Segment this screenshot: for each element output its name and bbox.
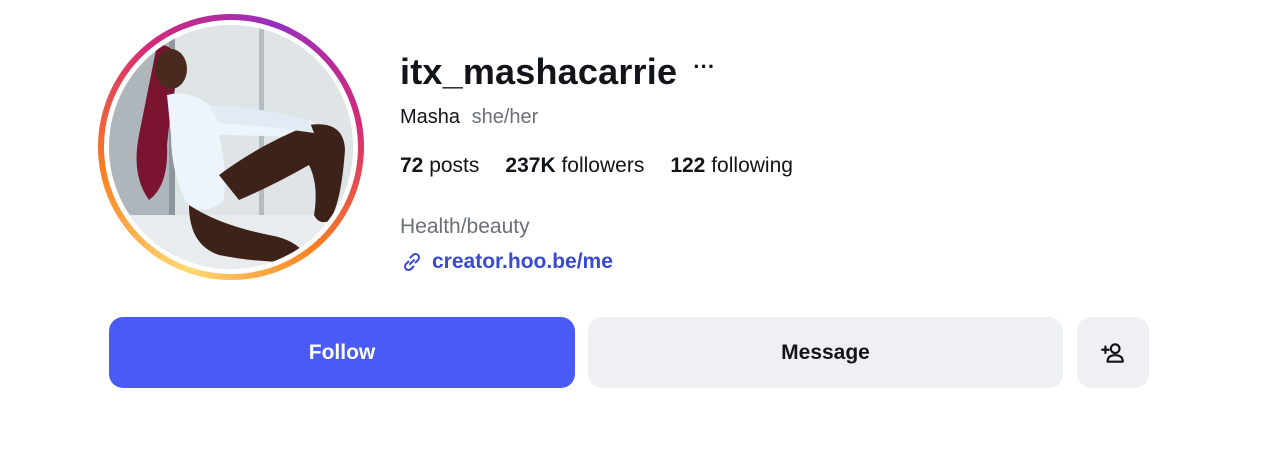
link-icon — [403, 252, 421, 272]
posts-stat: 72 posts — [400, 154, 479, 182]
followers-count: 237K — [505, 154, 556, 177]
avatar-story-ring[interactable] — [98, 14, 364, 280]
following-label: following — [711, 154, 793, 177]
profile-page: itx_mashacarrie ··· Masha she/her 72 pos… — [0, 0, 1280, 466]
avatar[interactable] — [109, 25, 353, 269]
more-options-button[interactable]: ··· — [693, 56, 715, 88]
follow-button[interactable]: Follow — [109, 317, 575, 388]
add-person-icon — [1101, 342, 1124, 363]
pronouns: she/her — [471, 106, 539, 128]
suggest-users-button[interactable] — [1077, 317, 1149, 388]
display-name: Masha — [400, 106, 461, 128]
message-button-label: Message — [781, 340, 870, 364]
profile-stats: 72 posts 237K followers 122 following — [400, 154, 793, 182]
profile-link[interactable]: creator.hoo.be/me — [400, 250, 613, 274]
profile-info: itx_mashacarrie ··· Masha she/her 72 pos… — [400, 50, 793, 182]
username: itx_mashacarrie — [400, 51, 678, 92]
posts-count: 72 — [400, 154, 424, 177]
profile-link-text[interactable]: creator.hoo.be/me — [432, 250, 613, 274]
avatar-photo — [109, 25, 353, 269]
following-count: 122 — [670, 154, 706, 177]
profile-category: Health/beauty — [400, 215, 530, 238]
message-button[interactable]: Message — [588, 317, 1063, 388]
posts-label: posts — [429, 154, 480, 177]
follow-button-label: Follow — [308, 340, 376, 364]
followers-label: followers — [561, 154, 645, 177]
following-stat[interactable]: 122 following — [670, 154, 793, 182]
followers-stat[interactable]: 237K followers — [505, 154, 644, 182]
